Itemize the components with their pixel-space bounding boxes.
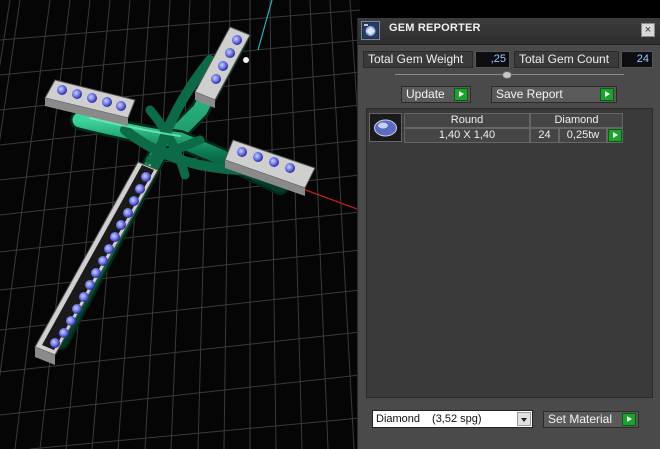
total-gem-weight-label: Total Gem Weight <box>363 51 473 68</box>
play-icon <box>608 129 622 142</box>
total-gem-count-label: Total Gem Count <box>514 51 619 68</box>
play-icon <box>622 413 636 426</box>
x-axis-line <box>299 187 360 211</box>
material-spg: (3,52 spg) <box>432 413 482 425</box>
set-material-button-label: Set Material <box>548 412 613 426</box>
floor-grid <box>0 0 360 449</box>
gem-shape-cell: Round <box>404 113 530 128</box>
update-button[interactable]: Update <box>401 86 471 103</box>
play-icon <box>454 88 468 101</box>
save-report-button-label: Save Report <box>496 87 563 101</box>
update-button-label: Update <box>406 87 445 101</box>
gem-count-cell: 24 <box>530 128 559 143</box>
report-area: Round 1,40 X 1,40 Diamond 24 0,25tw <box>366 108 653 398</box>
round-gem-icon <box>369 113 402 142</box>
panel-titlebar[interactable]: GEM REPORTER × <box>358 18 660 45</box>
row-action-button[interactable] <box>607 128 623 143</box>
material-name: Diamond <box>376 413 421 425</box>
close-button[interactable]: × <box>641 23 655 37</box>
gem-weight-cell: 0,25tw <box>559 128 607 143</box>
save-report-button[interactable]: Save Report <box>491 86 617 103</box>
material-select[interactable]: Diamond (3,52 spg) <box>372 410 533 428</box>
viewport-canvas[interactable] <box>0 0 360 449</box>
gem-reporter-panel: GEM REPORTER × Total Gem Weight ,25 Tota… <box>357 18 660 449</box>
gem-size-cell: 1,40 X 1,40 <box>404 128 530 143</box>
total-gem-weight-value: ,25 <box>475 51 510 68</box>
panel-title: GEM REPORTER <box>389 22 481 34</box>
play-icon <box>600 88 614 101</box>
3d-viewport[interactable] <box>0 0 360 449</box>
gem-reporter-icon <box>361 21 380 40</box>
set-material-button[interactable]: Set Material <box>543 411 639 428</box>
chevron-down-icon[interactable] <box>517 412 531 426</box>
gem-material-cell: Diamond <box>530 113 623 128</box>
total-gem-count-value: 24 <box>621 51 653 68</box>
cross-ring-tubes <box>50 30 290 350</box>
collapse-handle[interactable] <box>502 71 512 79</box>
